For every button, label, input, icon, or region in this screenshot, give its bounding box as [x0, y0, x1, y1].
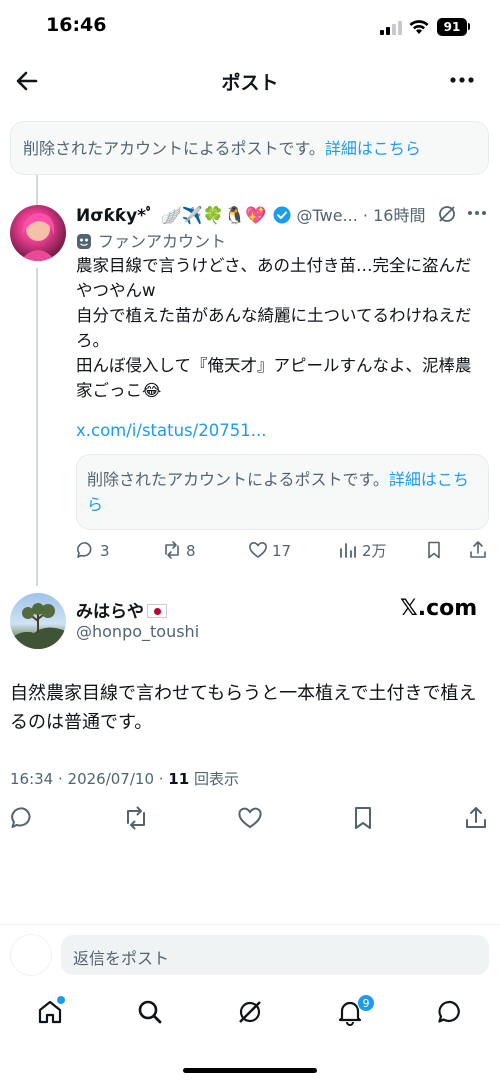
share-icon	[470, 541, 486, 558]
share-icon[interactable]	[463, 805, 489, 831]
post-header: ポスト	[0, 56, 500, 104]
home-indicator	[183, 1068, 317, 1073]
repost-icon[interactable]	[123, 805, 149, 831]
reply-button[interactable]: 3	[76, 540, 110, 564]
like-count: 17	[272, 542, 292, 560]
post-text-line: 田んぼ侵入して『俺天才』アピールすんなよ、泥棒農家ごっこ😂	[76, 356, 472, 400]
share-button[interactable]	[468, 540, 492, 564]
battery-tip	[468, 23, 470, 30]
like-button[interactable]: 17	[248, 540, 291, 564]
repost-button[interactable]: 8	[162, 540, 196, 564]
more-options-icon[interactable]	[448, 70, 476, 90]
post-time: 16時間	[373, 206, 426, 225]
home-notification-dot	[57, 996, 65, 1004]
tab-search[interactable]	[136, 998, 164, 1026]
bookmark-icon	[428, 541, 440, 559]
reply-count: 3	[100, 542, 110, 560]
wifi-icon	[409, 20, 429, 34]
author-name[interactable]: Иσƙƙу*ﾟ 🪽✈️🍀🐧💖	[76, 206, 266, 226]
heart-icon[interactable]	[237, 805, 263, 831]
status-time: 16:46	[46, 14, 107, 36]
post-timestamp[interactable]: 16:34 · 2026/07/10 ·	[10, 770, 168, 788]
views-label: 回表示	[189, 770, 239, 788]
avatar[interactable]	[10, 593, 66, 649]
bottom-tab-bar	[0, 990, 500, 1040]
deleted-account-notice: 削除されたアカウントによるポストです。詳細はこちら	[10, 121, 489, 175]
views-button[interactable]: 2万	[338, 540, 387, 564]
deleted-notice-text: 削除されたアカウントによるポストです。	[87, 470, 389, 489]
notifications-badge: 9	[357, 994, 375, 1012]
thread-line	[36, 268, 38, 586]
status-bar: 16:46 91	[0, 0, 500, 56]
masks-icon	[77, 234, 91, 249]
fan-account-label: ファンアカウント	[76, 228, 226, 252]
separator-dot: ·	[357, 206, 374, 225]
chat-icon	[438, 1000, 460, 1023]
post-meta: 16:34 · 2026/07/10 · 11 回表示	[10, 768, 239, 789]
battery-indicator: 91	[437, 18, 467, 36]
quoted-deleted-notice: 削除されたアカウントによるポストです。詳細はこちら	[76, 454, 489, 530]
tab-grok[interactable]	[236, 998, 264, 1026]
my-avatar[interactable]	[10, 934, 52, 976]
author-name[interactable]: みはらや	[76, 602, 144, 622]
main-post-actions	[0, 805, 500, 833]
signal-icon	[380, 21, 402, 35]
quoted-author-row: Иσƙƙу*ﾟ 🪽✈️🍀🐧💖 @Twe... · 16時間	[76, 201, 490, 226]
reply-input[interactable]: 返信をポスト	[61, 935, 489, 975]
post-text-line: 農家目線で言うけどさ、あの土付き苗…完全に盗んだやつやんw	[76, 256, 472, 300]
author-handle[interactable]: @honpo_toushi	[76, 622, 199, 641]
page-title: ポスト	[221, 72, 279, 94]
source-badge: 𝕏.com	[400, 596, 478, 621]
fan-account-text: ファンアカウント	[98, 232, 227, 251]
more-options-icon[interactable]	[466, 207, 488, 219]
views-count: 2万	[362, 542, 387, 560]
avatar[interactable]	[10, 205, 66, 261]
thread-line	[36, 175, 38, 205]
post-url-link[interactable]: x.com/i/status/20751...	[76, 421, 266, 440]
bookmark-icon[interactable]	[350, 805, 376, 831]
quoted-post-body: 農家目線で言うけどさ、あの土付き苗…完全に盗んだやつやんw 自分で植えた苗があん…	[76, 253, 486, 403]
bookmark-button[interactable]	[424, 540, 448, 564]
grok-icon[interactable]	[437, 204, 457, 224]
deleted-notice-text: 削除されたアカウントによるポストです。	[23, 139, 325, 158]
views-count: 11	[168, 770, 190, 788]
reply-icon	[77, 542, 92, 558]
divider	[0, 924, 500, 925]
reply-icon[interactable]	[10, 805, 36, 831]
details-link[interactable]: 詳細はこちら	[325, 139, 421, 158]
post-text-line: 自分で植えた苗があんな綺麗に土ついてるわけねえだろ。	[76, 306, 472, 350]
search-icon	[138, 1000, 162, 1024]
repost-count: 8	[186, 542, 196, 560]
tab-messages[interactable]	[436, 998, 464, 1026]
repost-icon	[165, 541, 179, 559]
heart-icon	[249, 542, 267, 558]
author-name-row: みはらや	[76, 597, 167, 622]
views-chart-icon	[340, 543, 356, 558]
grok-icon	[239, 1001, 261, 1023]
verified-badge-icon	[273, 206, 291, 224]
quoted-post-actions: 3 8 17 2万	[76, 540, 490, 564]
japan-flag-icon	[147, 604, 167, 618]
author-handle[interactable]: @Twe...	[297, 206, 358, 225]
avatar-image	[20, 213, 56, 261]
main-post-text: 自然農家目線で言わせてもらうと一本植えで土付きで植えるのは普通です。	[10, 683, 477, 733]
avatar-image	[10, 603, 66, 649]
